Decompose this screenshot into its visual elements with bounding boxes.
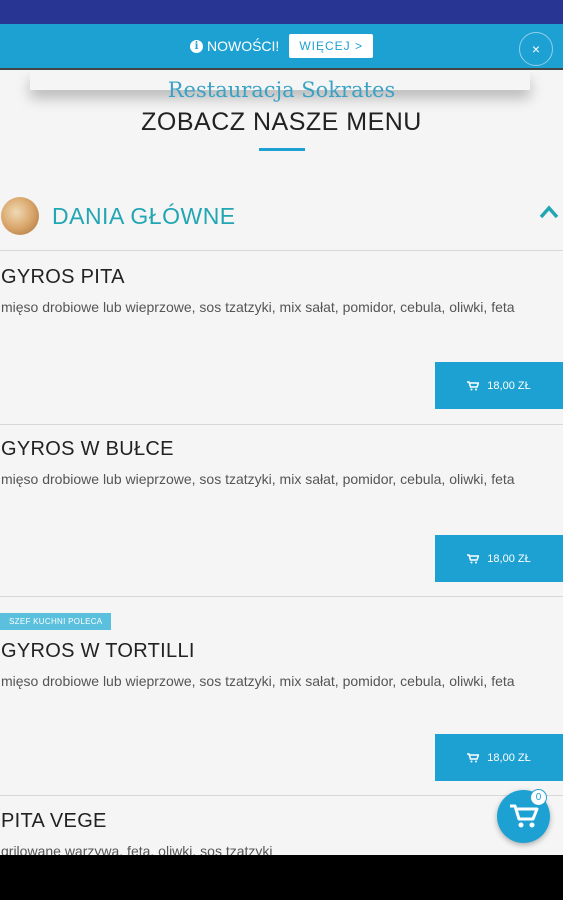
menu-item: GYROS W BUŁCE mięso drobiowe lub wieprzo… xyxy=(0,438,563,588)
cart-icon xyxy=(467,752,480,762)
category-header[interactable]: DANIA GŁÓWNE xyxy=(0,190,563,242)
menu-page: Restauracja Sokrates ZOBACZ NASZE MENU D… xyxy=(0,72,563,855)
close-icon[interactable]: × xyxy=(519,32,553,66)
divider xyxy=(0,424,563,425)
category-avatar xyxy=(1,197,39,235)
notice-text-wrap: i NOWOŚCI! xyxy=(189,38,280,54)
divider xyxy=(0,795,563,796)
item-description: mięso drobiowe lub wieprzowe, sos tzatzy… xyxy=(1,299,515,315)
menu-item: SZEF KUCHNI POLECA GYROS W TORTILLI mięs… xyxy=(0,611,563,791)
navigation-bar xyxy=(0,855,563,900)
chevron-up-icon[interactable] xyxy=(539,202,559,222)
price-label: 18,00 ZŁ xyxy=(487,552,531,565)
item-description: mięso drobiowe lub wieprzowe, sos tzatzy… xyxy=(1,673,515,689)
notice-label: NOWOŚCI! xyxy=(206,38,280,54)
title-underline xyxy=(259,148,305,151)
item-name: PITA VEGE xyxy=(1,810,107,832)
shopping-cart-icon xyxy=(509,804,538,827)
notice-bar: i NOWOŚCI! WIĘCEJ > × xyxy=(0,24,563,70)
price-label: 18,00 ZŁ xyxy=(487,751,531,764)
menu-item: GYROS PITA mięso drobiowe lub wieprzowe,… xyxy=(0,266,563,416)
item-description: mięso drobiowe lub wieprzowe, sos tzatzy… xyxy=(1,471,515,487)
restaurant-name[interactable]: Restauracja Sokrates xyxy=(0,78,563,102)
status-bar xyxy=(0,0,563,24)
cart-count-badge: 0 xyxy=(530,789,547,806)
add-to-cart-button[interactable]: 18,00 ZŁ xyxy=(435,734,563,781)
page-title: ZOBACZ NASZE MENU xyxy=(141,108,422,136)
divider xyxy=(0,596,563,597)
price-label: 18,00 ZŁ xyxy=(487,379,531,392)
cart-icon xyxy=(467,553,480,563)
more-button[interactable]: WIĘCEJ > xyxy=(289,34,374,58)
item-description: grilowane warzywa, feta, oliwki, sos tza… xyxy=(1,843,273,855)
info-icon: i xyxy=(189,39,203,53)
item-name: GYROS W TORTILLI xyxy=(1,640,195,662)
item-name: GYROS W BUŁCE xyxy=(1,438,174,460)
divider xyxy=(0,250,563,251)
recommended-badge: SZEF KUCHNI POLECA xyxy=(0,613,112,630)
item-name: GYROS PITA xyxy=(1,266,125,288)
category-title: DANIA GŁÓWNE xyxy=(52,202,236,229)
cart-icon xyxy=(467,380,480,390)
add-to-cart-button[interactable]: 18,00 ZŁ xyxy=(435,362,563,409)
menu-item: PITA VEGE grilowane warzywa, feta, oliwk… xyxy=(0,810,563,855)
add-to-cart-button[interactable]: 18,00 ZŁ xyxy=(435,535,563,582)
